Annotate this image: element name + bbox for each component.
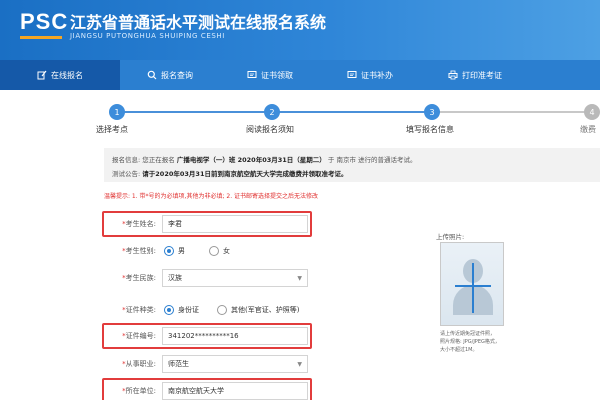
photo-note: 请上传近期免冠证件照， [440, 331, 496, 337]
warning-tip: 温馨提示: 1. 带*号的为必填项,其他为非必填; 2. 证书邮寄选择提交之后无… [104, 193, 319, 200]
occupation-value: 师范生 [168, 360, 189, 368]
step-connector [117, 111, 272, 113]
photo-note: 大小不超过1M。 [440, 347, 478, 353]
radio-unselected-icon [217, 305, 227, 315]
id-number-label: *证件编号: [122, 332, 156, 340]
row-gender: *考生性别: 男 女 [104, 240, 230, 262]
progress-steps: 1 2 3 4 选择考点 阅读报名须知 填写报名信息 缴费 [0, 96, 600, 138]
row-ethnicity: *考生民族: 汉族 ▼ [104, 267, 308, 289]
info-exam-session: 广播电视学（一）班 2020年03月31日（星期二） [176, 156, 326, 164]
crosshair-icon [455, 285, 491, 287]
gender-female-label: 女 [223, 247, 230, 255]
step-1-marker: 1 [109, 104, 125, 120]
logo-underline [20, 36, 62, 39]
radio-selected-icon [164, 305, 174, 315]
row-id-number: *证件编号: 341202**********16 [104, 325, 308, 347]
name-label: *考生姓名: [122, 220, 156, 228]
occupation-label: *从事职业: [122, 360, 156, 368]
id-type-idcard-radio[interactable]: 身份证 [164, 305, 199, 315]
step-2-marker: 2 [264, 104, 280, 120]
occupation-select[interactable]: 师范生 ▼ [162, 355, 308, 373]
photo-upload-area[interactable] [440, 242, 504, 326]
info-suffix: 于 南京市 进行的普通话考试。 [327, 156, 417, 164]
nav-label: 打印准考证 [462, 70, 502, 80]
step-connector [432, 111, 592, 113]
exam-notice-line: 测试公告: 请于2020年03月31日前到南京航空航天大学完成缴费并领取准考证。 [112, 168, 347, 178]
id-type-other-radio[interactable]: 其他(军官证、护照等) [217, 305, 299, 315]
id-type-label: *证件种类: [122, 306, 156, 314]
step-connector [272, 111, 432, 113]
system-subtitle: JIANGSU PUTONGHUA SHUIPING CESHI [70, 32, 225, 40]
nav-registration-query[interactable]: 报名查询 [120, 60, 220, 90]
step-1-label: 选择考点 [96, 125, 128, 134]
registration-info-line: 报名信息: 您正在报名 广播电视学（一）班 2020年03月31日（星期二） 于… [112, 154, 417, 164]
system-title: 江苏省普通话水平测试在线报名系统 [70, 13, 327, 32]
row-unit: *所在单位: 南京航空航天大学 [104, 380, 308, 400]
gender-male-radio[interactable]: 男 [164, 246, 185, 256]
step-2-label: 阅读报名须知 [246, 125, 294, 134]
id-type-idcard-label: 身份证 [178, 306, 199, 314]
nav-label: 报名查询 [161, 70, 193, 80]
crosshair-icon [472, 263, 474, 313]
radio-unselected-icon [209, 246, 219, 256]
id-type-other-label: 其他(军官证、护照等) [231, 306, 300, 314]
photo-upload-label: 上传照片: [436, 233, 465, 241]
registration-info-box: 报名信息: 您正在报名 广播电视学（一）班 2020年03月31日（星期二） 于… [104, 148, 600, 182]
notice-prefix: 测试公告: [112, 170, 141, 178]
step-4-marker: 4 [584, 104, 600, 120]
printer-icon [448, 70, 458, 80]
radio-selected-icon [164, 246, 174, 256]
certificate-icon [247, 71, 257, 78]
row-id-type: *证件种类: 身份证 其他(军官证、护照等) [104, 299, 299, 321]
nav-online-registration[interactable]: 在线报名 [0, 60, 120, 90]
chevron-down-icon: ▼ [297, 275, 302, 282]
psc-logo[interactable]: PSC [20, 9, 68, 35]
step-3-label: 填写报名信息 [406, 125, 454, 134]
ethnicity-value: 汉族 [168, 274, 182, 282]
notice-text: 请于2020年03月31日前到南京航空航天大学完成缴费并领取准考证。 [142, 170, 348, 178]
gender-label: *考生性别: [122, 247, 156, 255]
step-4-label: 缴费 [580, 125, 596, 134]
row-name: *考生姓名: 李君 [104, 213, 308, 235]
ethnicity-label: *考生民族: [122, 274, 156, 282]
name-input[interactable]: 李君 [162, 215, 308, 233]
nav-label: 在线报名 [51, 70, 83, 80]
nav-print-admission-ticket[interactable]: 打印准考证 [420, 60, 530, 90]
unit-label: *所在单位: [122, 387, 156, 395]
nav-certificate-collection[interactable]: 证书领取 [220, 60, 320, 90]
nav-label: 证书领取 [261, 70, 293, 80]
id-number-input[interactable]: 341202**********16 [162, 327, 308, 345]
main-nav: 在线报名 报名查询 证书领取 证书补办 打印准考证 [0, 60, 600, 90]
row-occupation: *从事职业: 师范生 ▼ [104, 353, 308, 375]
certificate-icon [347, 71, 357, 78]
search-icon [147, 70, 157, 80]
edit-icon [37, 70, 47, 80]
site-header: PSC 江苏省普通话水平测试在线报名系统 JIANGSU PUTONGHUA S… [0, 0, 600, 60]
chevron-down-icon: ▼ [297, 361, 302, 368]
info-prefix: 报名信息: 您正在报名 [112, 156, 175, 164]
unit-input[interactable]: 南京航空航天大学 [162, 382, 308, 400]
step-3-marker: 3 [424, 104, 440, 120]
ethnicity-select[interactable]: 汉族 ▼ [162, 269, 308, 287]
nav-label: 证书补办 [361, 70, 393, 80]
photo-note: 照片规格: JPG/JPEG格式， [440, 339, 500, 345]
nav-certificate-reissue[interactable]: 证书补办 [320, 60, 420, 90]
app-window: PSC 江苏省普通话水平测试在线报名系统 JIANGSU PUTONGHUA S… [0, 0, 600, 400]
gender-male-label: 男 [178, 247, 185, 255]
gender-female-radio[interactable]: 女 [209, 246, 230, 256]
